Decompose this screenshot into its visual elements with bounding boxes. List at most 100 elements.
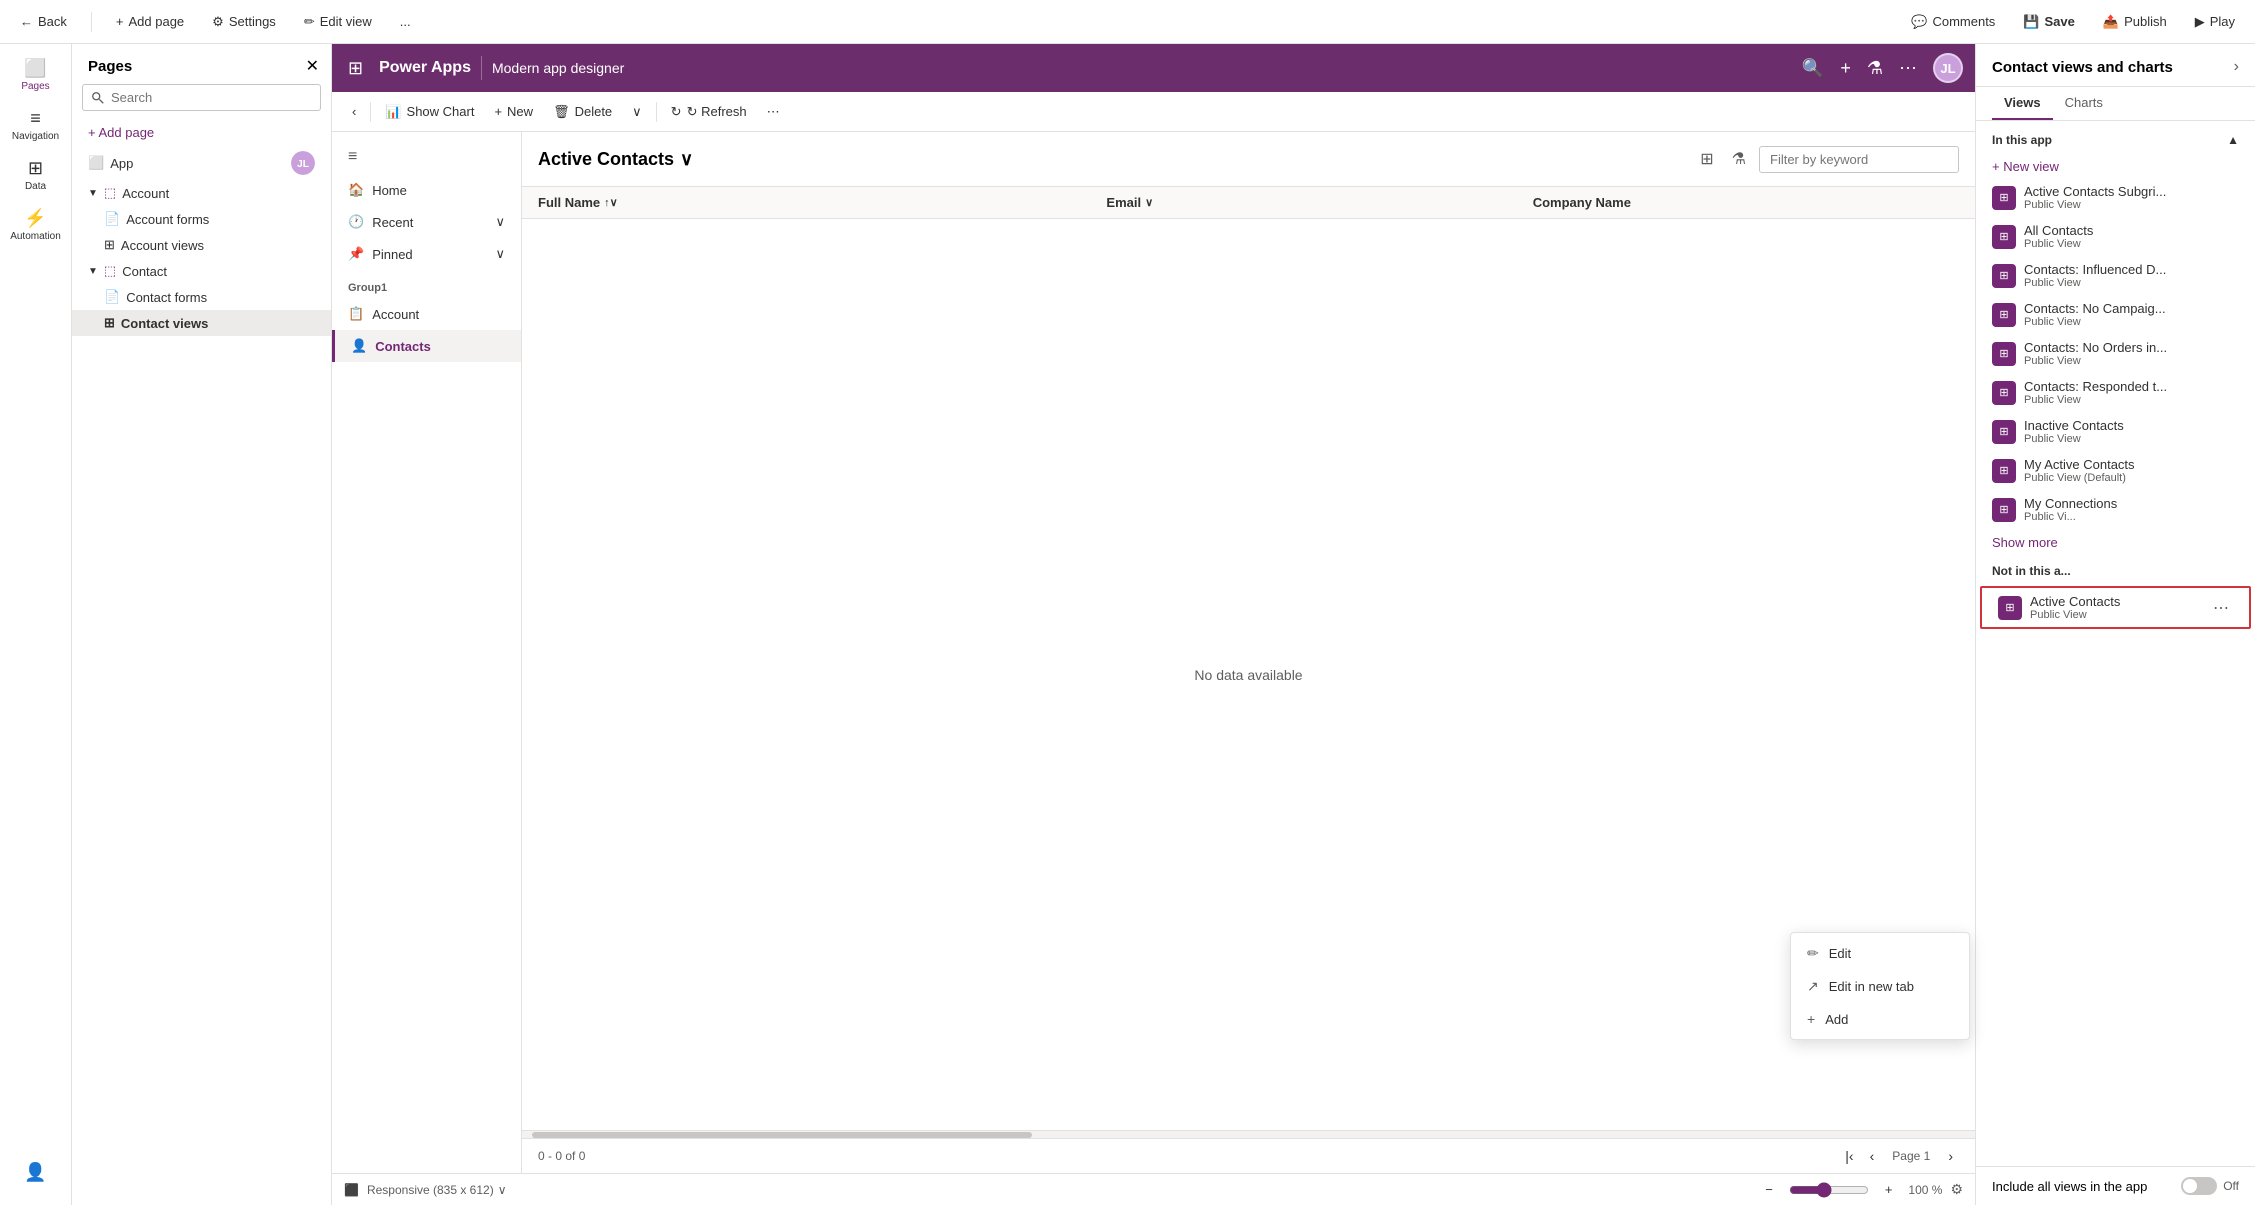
- user-icon-button[interactable]: 👤: [4, 1156, 68, 1189]
- more-options-button[interactable]: ...: [392, 10, 419, 33]
- view-item-text: My Connections Public Vi...: [2024, 496, 2207, 523]
- canvas-back-button[interactable]: ‹: [344, 100, 364, 123]
- plus-icon[interactable]: +: [1840, 58, 1851, 79]
- nav-item-recent[interactable]: 🕐 Recent ∨: [332, 206, 521, 238]
- view-toggle-button[interactable]: ⊞: [1695, 144, 1718, 174]
- zoom-minus-button[interactable]: −: [1757, 1178, 1781, 1201]
- tree-item-contact-views[interactable]: ⊞ Contact views: [72, 310, 331, 336]
- add-page-button[interactable]: + Add page: [108, 10, 192, 33]
- edit-view-button[interactable]: ✏ Edit view: [296, 10, 380, 34]
- toggle-slider: [2181, 1177, 2217, 1195]
- new-view-button[interactable]: + New view: [1976, 155, 2255, 178]
- scrollbar-thumb[interactable]: [532, 1132, 1032, 1138]
- recent-label: Recent: [372, 215, 413, 230]
- prev-page-button[interactable]: ‹: [1864, 1145, 1881, 1167]
- include-views-toggle[interactable]: [2181, 1177, 2217, 1195]
- collapse-panel-button[interactable]: ›: [2234, 58, 2239, 76]
- comments-button[interactable]: 💬 Comments: [1903, 10, 2003, 34]
- tree-item-contact[interactable]: ▼ ⬚ Contact: [72, 258, 331, 284]
- view-icon: ⊞: [1992, 381, 2016, 405]
- search-icon[interactable]: 🔍: [1802, 58, 1824, 79]
- publish-button[interactable]: 📤 Publish: [2095, 10, 2175, 34]
- tree-item-contact-forms[interactable]: 📄 Contact forms: [72, 284, 331, 310]
- view-item-no-campaign[interactable]: ⊞ Contacts: No Campaig... Public View ⋯: [1976, 295, 2255, 334]
- toolbar-divider-1: [370, 102, 371, 122]
- view-item-influenced[interactable]: ⊞ Contacts: Influenced D... Public View …: [1976, 256, 2255, 295]
- show-chart-button[interactable]: 📊 Show Chart: [377, 100, 482, 124]
- nav-item-pinned[interactable]: 📌 Pinned ∨: [332, 238, 521, 270]
- pages-search: [72, 84, 331, 119]
- sidebar-item-data[interactable]: ⊞ Data: [4, 152, 68, 198]
- ellipsis-icon[interactable]: ⋯: [1899, 58, 1917, 79]
- avatar[interactable]: JL: [1933, 53, 1963, 83]
- view-item-responded[interactable]: ⊞ Contacts: Responded t... Public View ⋯: [1976, 373, 2255, 412]
- svg-text:JL: JL: [297, 159, 309, 170]
- context-menu-edit[interactable]: ✏ Edit: [1791, 937, 1969, 970]
- scrollbar-area: [522, 1130, 1975, 1138]
- view-item-my-active[interactable]: ⊞ My Active Contacts Public View (Defaul…: [1976, 451, 2255, 490]
- close-pages-panel-button[interactable]: ✕: [306, 56, 319, 76]
- view-item-inactive[interactable]: ⊞ Inactive Contacts Public View ⋯: [1976, 412, 2255, 451]
- zoom-settings-icon[interactable]: ⚙: [1950, 1181, 1963, 1198]
- toolbar-more-button[interactable]: ⋯: [759, 100, 788, 124]
- context-menu-add[interactable]: + Add: [1791, 1003, 1969, 1035]
- filter-icon[interactable]: ⚗: [1867, 58, 1883, 79]
- email-sort-icon[interactable]: ∨: [1145, 196, 1153, 209]
- responsive-badge[interactable]: Responsive (835 x 612) ∨: [367, 1183, 507, 1197]
- view-item-no-orders[interactable]: ⊞ Contacts: No Orders in... Public View …: [1976, 334, 2255, 373]
- view-more-not-in-button[interactable]: ⋯: [2209, 596, 2233, 620]
- save-button[interactable]: 💾 Save: [2015, 10, 2083, 34]
- sidebar-item-automation[interactable]: ⚡ Automation: [4, 202, 68, 248]
- account-chevron-icon: ▼: [88, 188, 98, 199]
- view-item-my-connections[interactable]: ⊞ My Connections Public Vi... ⋯: [1976, 490, 2255, 529]
- play-button[interactable]: ▶ Play: [2187, 10, 2243, 34]
- view-name: Contacts: Influenced D...: [2024, 262, 2207, 277]
- first-page-button[interactable]: |‹: [1839, 1145, 1859, 1167]
- search-input[interactable]: [82, 84, 321, 111]
- back-button[interactable]: ← Back: [12, 10, 75, 33]
- tree-item-account-forms[interactable]: 📄 Account forms: [72, 206, 331, 232]
- tree-item-app[interactable]: ⬜ App JL: [72, 146, 331, 180]
- tree-item-account-views[interactable]: ⊞ Account views: [72, 232, 331, 258]
- view-name: My Active Contacts: [2024, 457, 2207, 472]
- view-item-active-subgri[interactable]: ⊞ Active Contacts Subgri... Public View …: [1976, 178, 2255, 217]
- nav-contacts-label: Contacts: [375, 339, 431, 354]
- zoom-plus-button[interactable]: +: [1877, 1178, 1901, 1201]
- pa-grid-icon[interactable]: ⊞: [344, 54, 367, 83]
- nav-item-contacts[interactable]: 👤 Contacts: [332, 330, 521, 362]
- settings-button[interactable]: ⚙ Settings: [204, 10, 284, 34]
- dropdown-button[interactable]: ∨: [624, 100, 650, 124]
- filter-input[interactable]: [1759, 146, 1959, 173]
- tab-charts[interactable]: Charts: [2053, 87, 2115, 120]
- hamburger-icon[interactable]: ≡: [332, 140, 521, 174]
- sidebar-item-pages[interactable]: ⬜ Pages: [4, 52, 68, 98]
- pages-panel: Pages ✕ + Add page ⬜ App JL ▼ ⬚ Account: [72, 44, 332, 1205]
- contact-views-icon: ⊞: [104, 315, 115, 331]
- tab-views[interactable]: Views: [1992, 87, 2053, 120]
- publish-label: Publish: [2124, 14, 2167, 29]
- view-name: Active Contacts: [2030, 594, 2201, 609]
- responsive-icon: ⬛: [344, 1183, 359, 1197]
- nav-item-account[interactable]: 📋 Account: [332, 298, 521, 330]
- add-page-tree-button[interactable]: + Add page: [72, 119, 331, 146]
- zoom-slider[interactable]: [1789, 1182, 1869, 1198]
- sidebar-item-navigation[interactable]: ≡ Navigation: [4, 102, 68, 148]
- new-button[interactable]: + New: [486, 100, 541, 123]
- toolbar-more-label: ⋯: [767, 104, 780, 120]
- context-menu-edit-new-tab[interactable]: ↗ Edit in new tab: [1791, 970, 1969, 1003]
- view-item-all-contacts[interactable]: ⊞ All Contacts Public View ⋯: [1976, 217, 2255, 256]
- refresh-button[interactable]: ↻ ↻ Refresh: [663, 100, 755, 124]
- title-chevron-icon[interactable]: ∨: [680, 149, 693, 170]
- show-more-button[interactable]: Show more: [1976, 529, 2074, 556]
- view-item-active-contacts-not-in[interactable]: ⊞ Active Contacts Public View ⋯: [1980, 586, 2251, 629]
- column-company: Company Name: [1533, 195, 1959, 210]
- canvas-area: ⊞ Power Apps Modern app designer 🔍 + ⚗ ⋯…: [332, 44, 1975, 1205]
- responsive-label: Responsive (835 x 612): [367, 1183, 494, 1197]
- sort-icon[interactable]: ↑∨: [604, 196, 618, 209]
- nav-item-home[interactable]: 🏠 Home: [332, 174, 521, 206]
- next-page-button[interactable]: ›: [1942, 1145, 1959, 1167]
- delete-button[interactable]: 🗑 Delete: [545, 100, 620, 124]
- show-chart-label: Show Chart: [407, 104, 475, 119]
- tree-item-account[interactable]: ▼ ⬚ Account: [72, 180, 331, 206]
- filter-button[interactable]: ⚗: [1727, 144, 1751, 174]
